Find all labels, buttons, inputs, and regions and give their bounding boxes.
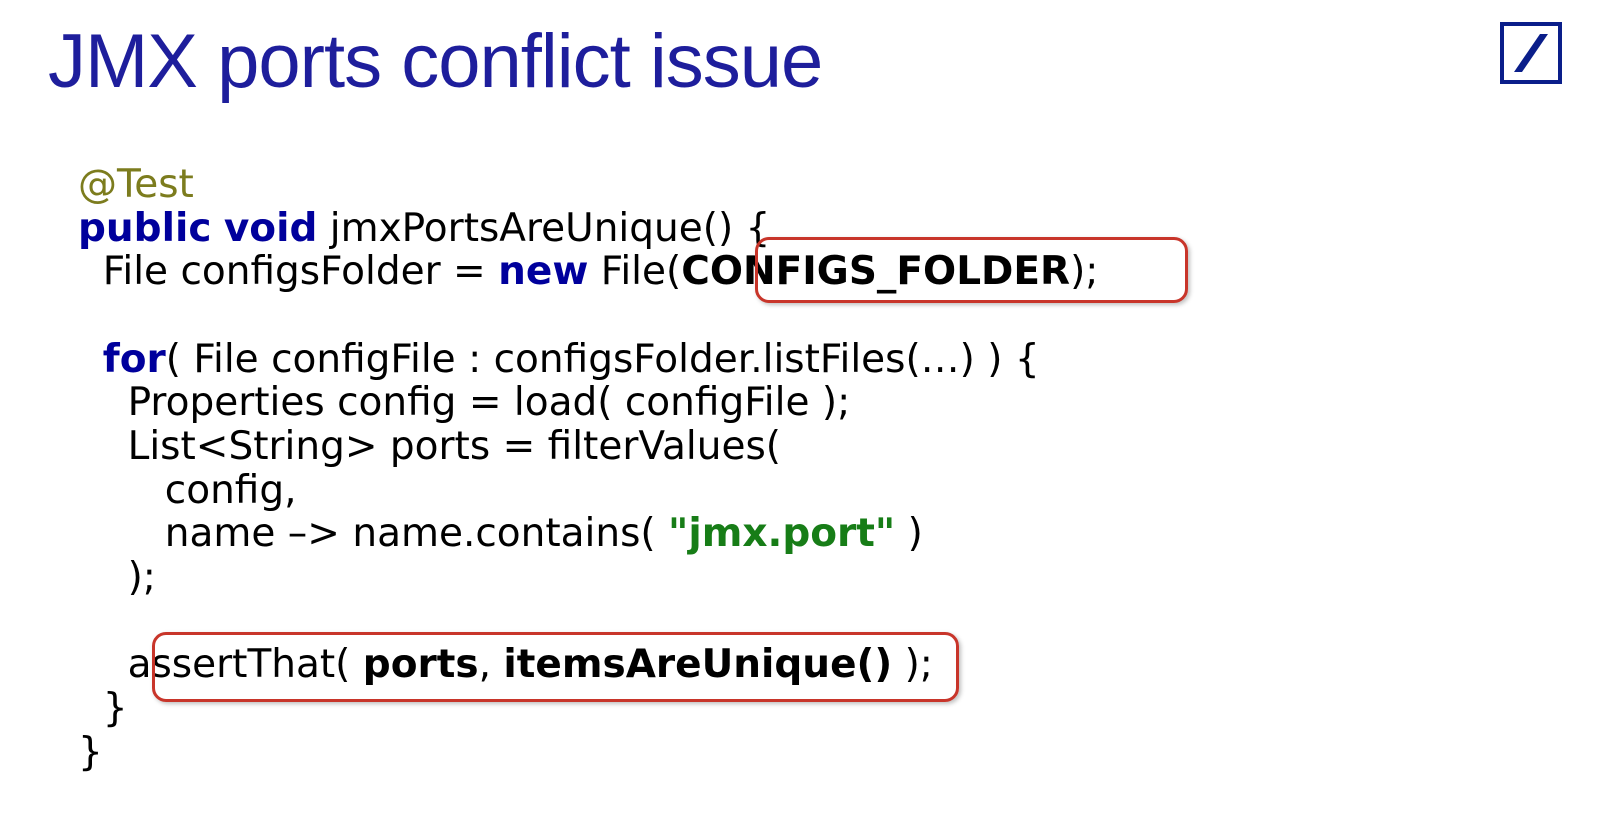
line-7: List<String> ports = filterValues(	[78, 424, 781, 469]
line-6: Properties config = load( configFile );	[78, 380, 850, 425]
line-10: );	[78, 555, 156, 600]
slide-title: JMX ports conflict issue	[48, 18, 822, 105]
code-block: @Test public void jmxPortsAreUnique() { …	[78, 163, 1098, 774]
line-5: for( File configFile : configsFolder.lis…	[78, 337, 1040, 382]
line-12: assertThat( ports, itemsAreUnique() );	[78, 642, 933, 687]
line-9: name –> name.contains( "jmx.port" )	[78, 511, 923, 556]
line-14: }	[78, 730, 103, 775]
annotation: @Test	[78, 162, 194, 207]
line-2: public void jmxPortsAreUnique() {	[78, 206, 770, 251]
line-8: config,	[78, 468, 297, 513]
deutsche-bank-logo-icon	[1500, 22, 1562, 84]
line-13: }	[78, 686, 128, 731]
slide: JMX ports conflict issue @Test public vo…	[0, 0, 1600, 818]
line-3: File configsFolder = new File(CONFIGS_FO…	[78, 249, 1098, 294]
